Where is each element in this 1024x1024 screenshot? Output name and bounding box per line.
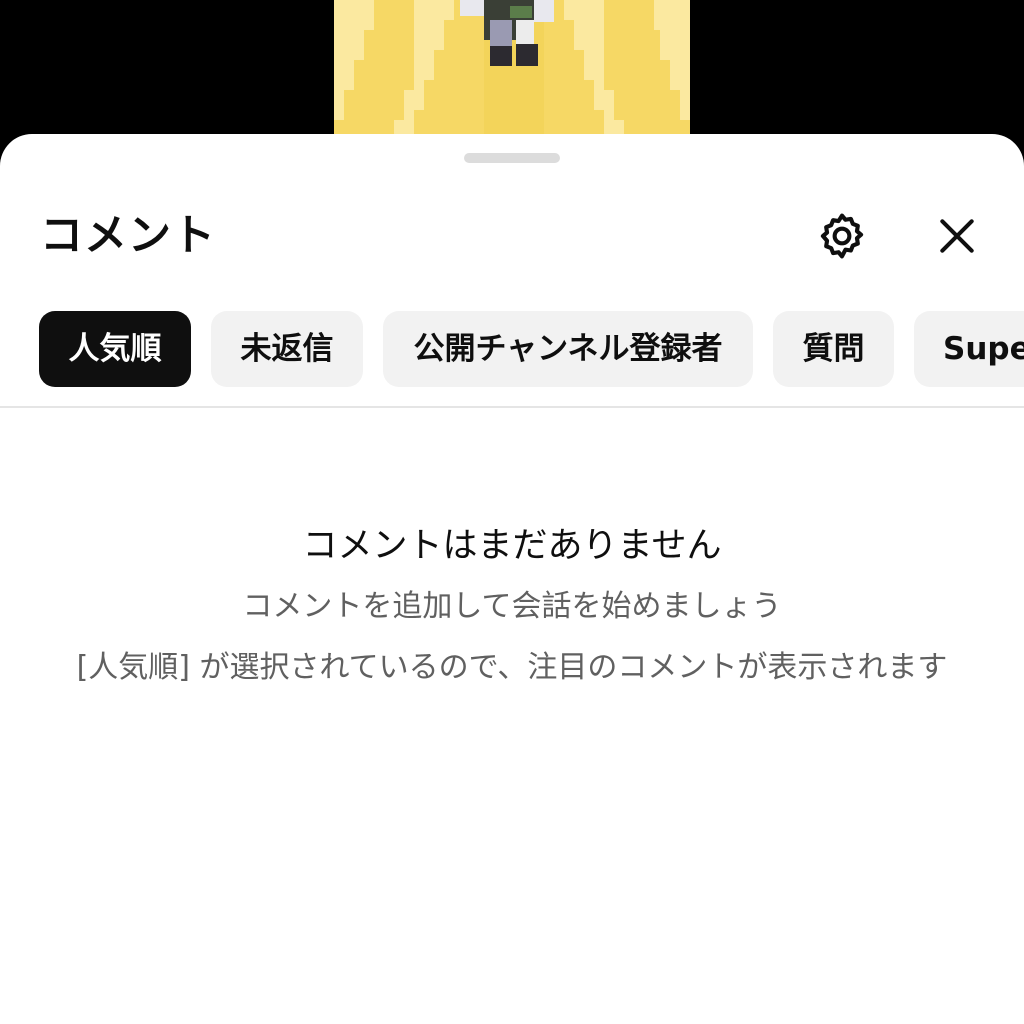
filter-chip-row[interactable]: 人気順 未返信 公開チャンネル登録者 質問 Supe: [0, 311, 1024, 389]
video-image: [334, 0, 690, 150]
chip-top[interactable]: 人気順: [39, 311, 191, 387]
chip-public-subscribers[interactable]: 公開チャンネル登録者: [383, 311, 753, 387]
chip-unreplied[interactable]: 未返信: [211, 311, 363, 387]
sheet-title: コメント: [40, 211, 216, 261]
empty-state-subtitle: コメントを追加して会話を始めましょう: [242, 589, 782, 624]
empty-state-note: [人気順] が選択されているので、注目のコメントが表示されます: [76, 650, 948, 685]
drag-handle[interactable]: [464, 153, 560, 163]
gear-icon: [820, 213, 864, 259]
chip-super[interactable]: Supe: [914, 311, 1024, 387]
close-button[interactable]: [927, 206, 987, 266]
settings-button[interactable]: [812, 206, 872, 266]
app-root: コメント 人気順 未返信 公開チャンネル登録者 質問 Supe コメントはまだあ…: [0, 0, 1024, 1024]
empty-state-title: コメントはまだありません: [302, 526, 722, 566]
video-player[interactable]: [0, 0, 1024, 150]
video-thumbnail: [334, 0, 690, 150]
divider: [0, 406, 1024, 408]
comments-sheet: コメント 人気順 未返信 公開チャンネル登録者 質問 Supe コメントはまだあ…: [0, 134, 1024, 1024]
chip-questions[interactable]: 質問: [773, 311, 894, 387]
close-icon: [940, 219, 974, 253]
